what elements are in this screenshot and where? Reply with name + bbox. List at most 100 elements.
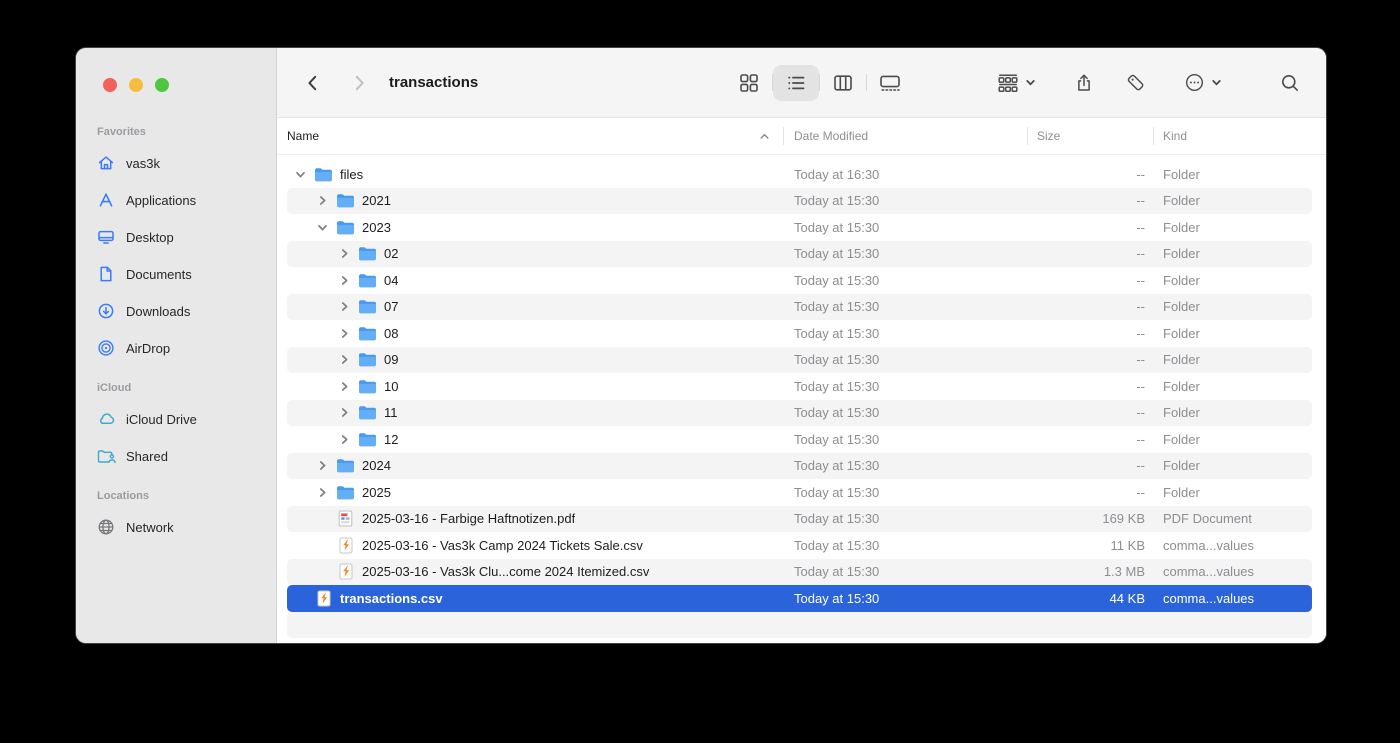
close-button[interactable]: [103, 78, 117, 92]
table-row-02[interactable]: 02Today at 15:30--Folder: [287, 241, 1312, 268]
table-row-files[interactable]: filesToday at 16:30--Folder: [287, 161, 1312, 188]
column-header-date-modified[interactable]: Date Modified: [783, 118, 1027, 154]
table-row-04[interactable]: 04Today at 15:30--Folder: [287, 267, 1312, 294]
table-row-11[interactable]: 11Today at 15:30--Folder: [287, 400, 1312, 427]
date-modified: Today at 15:30: [783, 220, 1027, 235]
list-view-button[interactable]: [773, 65, 819, 101]
disclosure-chevron-down-icon[interactable]: [292, 166, 308, 182]
table-row-2024[interactable]: 2024Today at 15:30--Folder: [287, 453, 1312, 480]
table-row-08[interactable]: 08Today at 15:30--Folder: [287, 320, 1312, 347]
folder-icon: [358, 272, 377, 289]
table-row-2025-03-16-vas3k-clu-come-2024-itemized-csv[interactable]: 2025-03-16 - Vas3k Clu...come 2024 Itemi…: [287, 559, 1312, 586]
file-name: 12: [384, 432, 398, 447]
column-header-size[interactable]: Size: [1027, 118, 1153, 154]
file-size: --: [1027, 405, 1153, 420]
disclosure-chevron-right-icon[interactable]: [336, 405, 352, 421]
date-modified: Today at 15:30: [783, 352, 1027, 367]
table-row-09[interactable]: 09Today at 15:30--Folder: [287, 347, 1312, 374]
file-size: 169 KB: [1027, 511, 1153, 526]
table-row-transactions-csv[interactable]: transactions.csvToday at 15:3044 KBcomma…: [287, 585, 1312, 612]
more-actions-button[interactable]: [1184, 72, 1222, 93]
date-modified: Today at 15:30: [783, 405, 1027, 420]
file-name: files: [340, 167, 363, 182]
disclosure-chevron-right-icon[interactable]: [314, 484, 330, 500]
sidebar-item-airdrop[interactable]: AirDrop: [86, 334, 266, 362]
minimize-button[interactable]: [129, 78, 143, 92]
date-modified: Today at 15:30: [783, 458, 1027, 473]
file-kind: Folder: [1153, 273, 1312, 288]
disclosure-spacer: [314, 511, 330, 527]
table-row-2025[interactable]: 2025Today at 15:30--Folder: [287, 479, 1312, 506]
disclosure-chevron-right-icon[interactable]: [336, 352, 352, 368]
table-row-07[interactable]: 07Today at 15:30--Folder: [287, 294, 1312, 321]
icon-view-button[interactable]: [726, 65, 772, 101]
file-kind: Folder: [1153, 458, 1312, 473]
file-kind: comma...values: [1153, 591, 1312, 606]
date-modified: Today at 15:30: [783, 485, 1027, 500]
group-by-button[interactable]: [997, 73, 1036, 93]
desktop-icon: [95, 227, 117, 247]
table-row-2025-03-16-vas3k-camp-2024-tickets-sale-csv[interactable]: 2025-03-16 - Vas3k Camp 2024 Tickets Sal…: [287, 532, 1312, 559]
disclosure-chevron-right-icon[interactable]: [336, 378, 352, 394]
disclosure-chevron-down-icon[interactable]: [314, 219, 330, 235]
disclosure-chevron-right-icon[interactable]: [336, 272, 352, 288]
column-header-name[interactable]: Name: [287, 118, 783, 154]
table-row-12[interactable]: 12Today at 15:30--Folder: [287, 426, 1312, 453]
folder-icon: [336, 192, 355, 209]
disclosure-chevron-right-icon[interactable]: [314, 458, 330, 474]
folder-icon: [358, 431, 377, 448]
sidebar-item-icloud-drive[interactable]: iCloud Drive: [86, 405, 266, 433]
file-kind: Folder: [1153, 352, 1312, 367]
sort-ascending-icon: [758, 130, 771, 143]
share-button[interactable]: [1074, 73, 1094, 93]
file-name: 11: [384, 405, 398, 420]
column-header-kind[interactable]: Kind: [1153, 118, 1312, 154]
sidebar-item-label: Desktop: [126, 230, 174, 245]
disclosure-chevron-right-icon[interactable]: [314, 193, 330, 209]
disclosure-spacer: [314, 564, 330, 580]
date-modified: Today at 15:30: [783, 326, 1027, 341]
back-button[interactable]: [303, 73, 323, 93]
file-kind: PDF Document: [1153, 511, 1312, 526]
file-name: 2025-03-16 - Vas3k Clu...come 2024 Itemi…: [362, 564, 649, 579]
file-kind: Folder: [1153, 299, 1312, 314]
disclosure-chevron-right-icon[interactable]: [336, 325, 352, 341]
file-name: transactions.csv: [340, 591, 443, 606]
folder-icon: [336, 219, 355, 236]
column-view-button[interactable]: [820, 65, 866, 101]
file-name: 2024: [362, 458, 391, 473]
sidebar-item-label: Shared: [126, 449, 168, 464]
date-modified: Today at 15:30: [783, 193, 1027, 208]
folder-icon: [358, 245, 377, 262]
sidebar-item-shared[interactable]: Shared: [86, 442, 266, 470]
disclosure-chevron-right-icon[interactable]: [336, 246, 352, 262]
file-size: --: [1027, 299, 1153, 314]
file-kind: Folder: [1153, 485, 1312, 500]
disclosure-chevron-right-icon[interactable]: [336, 431, 352, 447]
window-title: transactions: [389, 74, 478, 91]
file-kind: Folder: [1153, 432, 1312, 447]
date-modified: Today at 15:30: [783, 538, 1027, 553]
folder-icon: [358, 351, 377, 368]
forward-button[interactable]: [349, 73, 369, 93]
table-row-2025-03-16-farbige-haftnotizen-pdf[interactable]: 2025-03-16 - Farbige Haftnotizen.pdfToda…: [287, 506, 1312, 533]
disclosure-chevron-right-icon[interactable]: [336, 299, 352, 315]
gallery-view-button[interactable]: [867, 65, 913, 101]
file-size: --: [1027, 167, 1153, 182]
file-kind: comma...values: [1153, 564, 1312, 579]
tags-button[interactable]: [1126, 73, 1146, 93]
date-modified: Today at 15:30: [783, 299, 1027, 314]
sidebar-item-desktop[interactable]: Desktop: [86, 223, 266, 251]
sidebar-item-downloads[interactable]: Downloads: [86, 297, 266, 325]
sidebar-item-applications[interactable]: Applications: [86, 186, 266, 214]
sidebar-item-network[interactable]: Network: [86, 513, 266, 541]
search-button[interactable]: [1280, 73, 1300, 93]
sidebar-item-documents[interactable]: Documents: [86, 260, 266, 288]
folder-icon: [336, 484, 355, 501]
table-row-10[interactable]: 10Today at 15:30--Folder: [287, 373, 1312, 400]
table-row-2021[interactable]: 2021Today at 15:30--Folder: [287, 188, 1312, 215]
zoom-button[interactable]: [155, 78, 169, 92]
sidebar-item-label: Downloads: [126, 304, 190, 319]
table-row-2023[interactable]: 2023Today at 15:30--Folder: [287, 214, 1312, 241]
sidebar-item-vas3k[interactable]: vas3k: [86, 149, 266, 177]
